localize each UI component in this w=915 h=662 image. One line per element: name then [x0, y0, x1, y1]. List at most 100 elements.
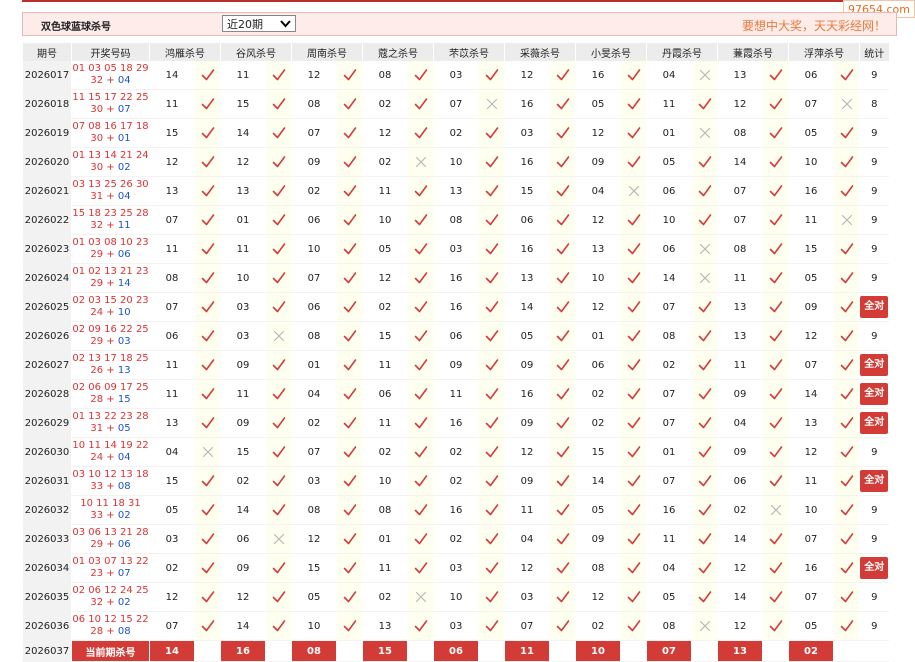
- result-hit-cell: [762, 89, 789, 119]
- result-hit-cell: [336, 495, 363, 525]
- check-icon: [485, 359, 499, 371]
- check-icon: [840, 301, 854, 313]
- stat-cell: 9: [859, 234, 889, 264]
- result-hit-cell: [194, 147, 221, 177]
- check-icon: [840, 272, 854, 284]
- kill-number-cell: 01: [575, 321, 621, 351]
- check-icon: [769, 620, 783, 632]
- check-icon: [698, 359, 712, 371]
- check-icon: [414, 620, 428, 632]
- period-cell: 2026036: [22, 611, 72, 641]
- stat-cell: 全对: [859, 292, 889, 322]
- all-correct-badge: 全对: [860, 412, 889, 434]
- red-blue-line2: 30 + 07: [90, 104, 131, 115]
- kill-number-cell: 06: [220, 524, 266, 554]
- kill-number-cell: 09: [717, 379, 763, 409]
- result-hit-cell: [336, 205, 363, 235]
- result-hit-cell: [691, 321, 718, 351]
- blue-ball: 05: [117, 423, 131, 434]
- check-icon: [201, 562, 215, 574]
- result-miss-cell: [620, 176, 647, 206]
- check-icon: [201, 243, 215, 255]
- check-icon: [627, 272, 641, 284]
- result-hit-cell: [620, 611, 647, 641]
- result-hit-cell: [194, 408, 221, 438]
- period-range-select[interactable]: 近20期: [222, 15, 296, 32]
- stat-count: 9: [871, 330, 878, 342]
- check-icon: [698, 301, 712, 313]
- red-blue-line2: 31 + 05: [90, 423, 131, 434]
- kill-number-cell: 14: [220, 118, 266, 148]
- draw-numbers-cell: 02 06 12 24 25 32 + 02: [71, 582, 150, 612]
- red-blue-line2: 24 + 10: [90, 307, 131, 318]
- check-icon: [414, 69, 428, 81]
- result-hit-cell: [691, 176, 718, 206]
- kill-number-cell: 14: [220, 611, 266, 641]
- check-icon: [343, 417, 357, 429]
- kill-number-cell: 03: [220, 292, 266, 322]
- check-icon: [769, 330, 783, 342]
- result-hit-cell: [336, 176, 363, 206]
- result-hit-cell: [762, 408, 789, 438]
- result-hit-cell: [194, 61, 221, 90]
- check-icon: [840, 127, 854, 139]
- kill-number-cell: 02: [717, 495, 763, 525]
- current-blank-cell: [762, 640, 789, 662]
- check-icon: [414, 533, 428, 545]
- kill-number-cell: 13: [717, 292, 763, 322]
- check-icon: [840, 562, 854, 574]
- cross-icon: [840, 214, 854, 226]
- kill-number-cell: 12: [788, 437, 834, 467]
- kill-number-cell: 08: [291, 495, 337, 525]
- kill-number-cell: 13: [575, 234, 621, 264]
- check-icon: [414, 272, 428, 284]
- result-hit-cell: [762, 263, 789, 293]
- check-icon: [840, 243, 854, 255]
- result-hit-cell: [265, 61, 292, 90]
- red-blue-line2: 28 + 15: [90, 394, 131, 405]
- check-icon: [343, 388, 357, 400]
- cross-icon: [698, 272, 712, 284]
- stat-cell: 9: [859, 582, 889, 612]
- draw-numbers-cell: 07 08 16 17 18 30 + 01: [71, 118, 150, 148]
- kill-number-cell: 06: [788, 61, 834, 90]
- red-ball-last: 28: [90, 394, 104, 405]
- red-blue-line2: 23 + 07: [90, 568, 131, 579]
- check-icon: [627, 533, 641, 545]
- current-kill-number: 13: [717, 640, 763, 662]
- result-hit-cell: [762, 61, 789, 90]
- kill-number-cell: 12: [149, 147, 195, 177]
- check-icon: [272, 475, 286, 487]
- result-hit-cell: [478, 118, 505, 148]
- result-hit-cell: [691, 408, 718, 438]
- result-hit-cell: [478, 408, 505, 438]
- cross-icon: [698, 620, 712, 632]
- result-hit-cell: [265, 89, 292, 119]
- all-correct-badge: 全对: [860, 354, 889, 376]
- check-icon: [343, 562, 357, 574]
- check-icon: [627, 446, 641, 458]
- kill-number-cell: 02: [433, 437, 479, 467]
- period-cell: 2026031: [22, 466, 72, 496]
- result-hit-cell: [194, 263, 221, 293]
- red-ball-last: 24: [90, 307, 104, 318]
- kill-number-cell: 07: [291, 118, 337, 148]
- table-row: 2026018 11 15 17 22 25 30 + 07 11 15 08 02 07 16…: [22, 89, 889, 119]
- table-row: 2026028 02 06 09 17 25 28 + 15 11 11 04 06 11 16…: [22, 379, 889, 409]
- result-hit-cell: [620, 147, 647, 177]
- result-hit-cell: [407, 118, 434, 148]
- check-icon: [272, 301, 286, 313]
- kill-number-cell: 16: [575, 61, 621, 90]
- check-icon: [485, 620, 499, 632]
- kill-number-cell: 04: [291, 379, 337, 409]
- kill-number-cell: 12: [504, 437, 550, 467]
- current-kill-number: 08: [291, 640, 337, 662]
- table-row: 2026020 01 13 14 21 24 30 + 02 12 12 09 02 10 16…: [22, 147, 889, 177]
- red-blue-line2: 33 + 02: [90, 510, 131, 521]
- result-hit-cell: [549, 466, 576, 496]
- kill-number-cell: 13: [788, 408, 834, 438]
- kill-number-cell: 10: [362, 466, 408, 496]
- draw-numbers-cell: 15 18 23 25 28 32 + 11: [71, 205, 150, 235]
- check-icon: [343, 69, 357, 81]
- result-hit-cell: [691, 582, 718, 612]
